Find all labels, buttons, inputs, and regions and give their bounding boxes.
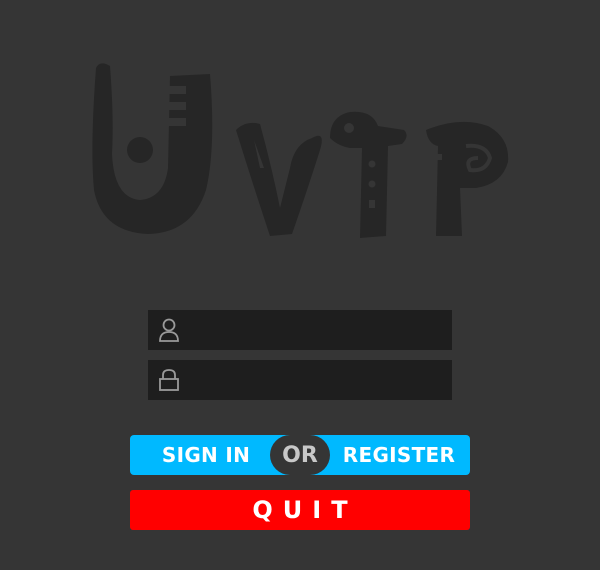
app-logo [88, 58, 518, 243]
username-input[interactable] [190, 310, 444, 350]
quit-button[interactable]: QUIT [130, 490, 470, 530]
password-field [148, 360, 452, 400]
username-field [148, 310, 452, 350]
user-icon [158, 318, 180, 342]
lock-icon [158, 368, 180, 392]
uvtp-logo-graphic [92, 63, 509, 238]
auth-button-group: SIGN IN REGISTER OR [130, 435, 470, 475]
or-separator: OR [270, 435, 330, 475]
password-input[interactable] [190, 360, 444, 400]
